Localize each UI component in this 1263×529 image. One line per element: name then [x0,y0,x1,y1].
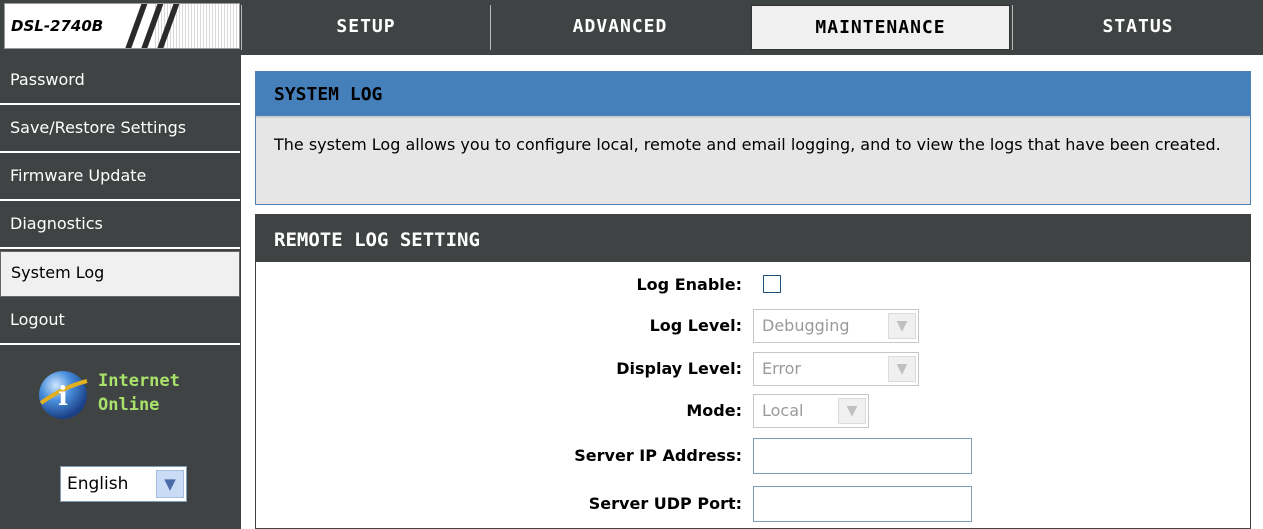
display-level-select[interactable]: Error ▼ [753,352,919,386]
server-port-label: Server UDP Port: [588,494,742,513]
display-level-row: Display Level: Error ▼ [256,351,1250,387]
top-bar: DSL-2740B SETUP ADVANCED MAINTENANCE STA… [0,0,1263,55]
status-line-2: Online [98,395,160,415]
remote-log-panel: REMOTE LOG SETTING Log Enable: Log Level… [255,214,1251,529]
server-ip-label: Server IP Address: [574,446,742,465]
system-log-description: The system Log allows you to configure l… [274,135,1221,154]
chevron-down-icon[interactable]: ▼ [888,356,916,382]
info-globe-icon: i [39,371,88,419]
log-enable-label: Log Enable: [636,275,742,294]
sidebar-item-logout[interactable]: Logout [0,299,240,345]
log-level-row: Log Level: Debugging ▼ [256,308,1250,344]
display-level-label: Display Level: [616,359,742,378]
system-log-panel: SYSTEM LOG The system Log allows you to … [255,71,1251,205]
display-level-value: Error [762,359,801,378]
server-port-input[interactable] [753,486,972,522]
server-ip-input[interactable] [753,438,972,474]
log-enable-checkbox[interactable] [763,275,781,293]
tab-status[interactable]: STATUS [1012,5,1263,50]
svg-text:i: i [58,382,68,412]
status-line-1: Internet [98,371,180,391]
mode-select[interactable]: Local ▼ [753,394,869,428]
chevron-down-icon[interactable]: ▼ [888,313,916,339]
sidebar-item-save-restore[interactable]: Save/Restore Settings [0,107,240,153]
log-enable-row: Log Enable: [256,267,1250,303]
server-port-row: Server UDP Port: [256,486,1250,522]
server-ip-row: Server IP Address: [256,438,1250,474]
status-label: Internet Online [98,369,180,417]
remote-log-title: REMOTE LOG SETTING [256,215,1250,262]
logo-slashes [123,4,203,48]
tab-maintenance[interactable]: MAINTENANCE [751,5,1010,50]
model-name: DSL-2740B [5,4,108,48]
language-value: English [67,474,129,494]
sidebar-item-password[interactable]: Password [0,59,240,105]
language-select[interactable]: English ▼ [60,466,187,502]
model-logo: DSL-2740B [4,3,240,49]
mode-label: Mode: [686,401,742,420]
sidebar-item-system-log[interactable]: System Log [0,251,240,297]
mode-value: Local [762,401,804,420]
log-level-value: Debugging [762,316,850,335]
tab-setup[interactable]: SETUP [241,5,490,50]
tab-advanced[interactable]: ADVANCED [490,5,749,50]
log-level-label: Log Level: [649,316,742,335]
internet-status: i Internet Online [0,355,240,435]
sidebar-item-diagnostics[interactable]: Diagnostics [0,203,240,249]
sidebar-item-firmware-update[interactable]: Firmware Update [0,155,240,201]
sidebar: Password Save/Restore Settings Firmware … [0,55,241,529]
system-log-title: SYSTEM LOG [256,72,1250,118]
mode-row: Mode: Local ▼ [256,393,1250,429]
chevron-down-icon[interactable]: ▼ [156,470,184,498]
chevron-down-icon[interactable]: ▼ [838,398,866,424]
log-level-select[interactable]: Debugging ▼ [753,309,919,343]
